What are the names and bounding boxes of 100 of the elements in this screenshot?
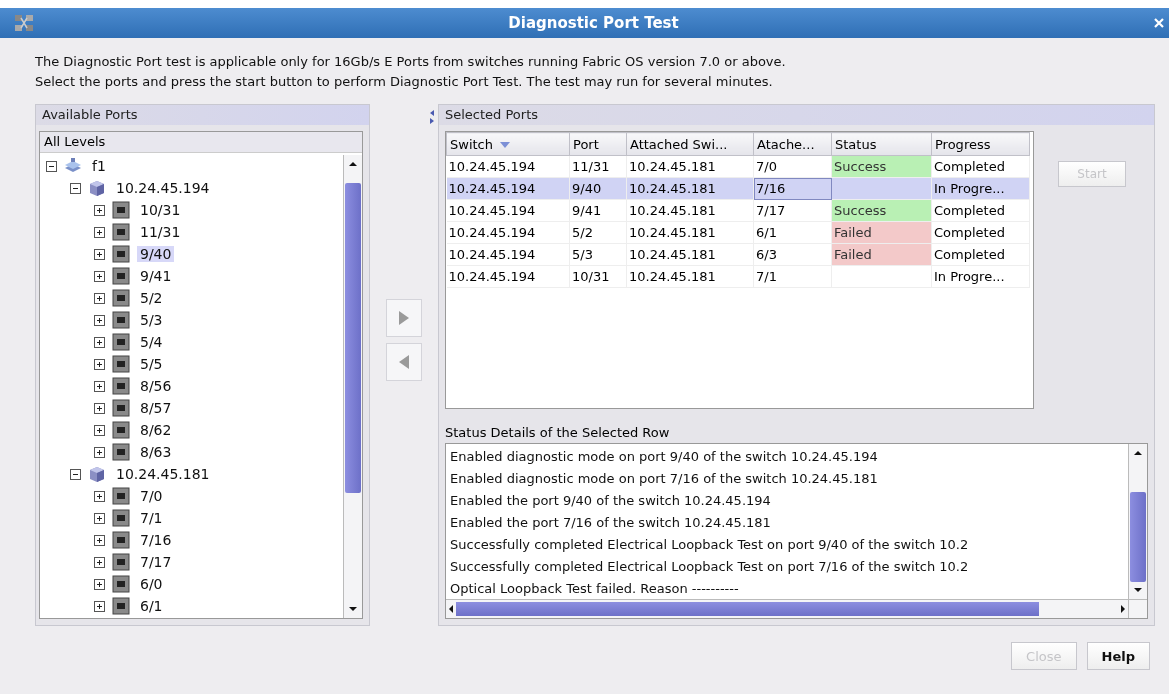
tree-item[interactable]: 8/63 — [137, 444, 175, 460]
expand-icon[interactable] — [94, 292, 105, 304]
table-cell: 10.24.45.181 — [626, 265, 754, 288]
table-cell: 10.24.45.194 — [446, 155, 570, 178]
port-icon — [111, 443, 131, 461]
add-button[interactable] — [386, 299, 422, 337]
table-row[interactable]: 10.24.45.194 9/40 10.24.45.181 7/16 In Progre... — [446, 177, 1030, 200]
expand-icon[interactable] — [94, 358, 105, 370]
tree-item[interactable]: 9/40 — [137, 246, 175, 262]
tree-item[interactable]: 7/16 — [137, 532, 175, 548]
scroll-down-icon[interactable] — [1133, 585, 1143, 595]
table-cell: 10.24.45.194 — [446, 243, 570, 266]
tree-item[interactable]: 7/1 — [137, 510, 166, 526]
scrollbar-thumb[interactable] — [1130, 492, 1146, 582]
port-icon — [111, 421, 131, 439]
right-triangle-icon — [398, 310, 410, 326]
tree-item[interactable]: 7/17 — [137, 554, 175, 570]
scrollbar-thumb[interactable] — [345, 183, 361, 493]
expand-icon[interactable] — [94, 490, 105, 502]
status-line: Enabled the port 9/40 of the switch 10.24.45.194 — [450, 492, 772, 510]
expand-icon[interactable] — [94, 402, 105, 414]
vertical-scrollbar[interactable] — [1128, 444, 1147, 599]
scroll-up-icon[interactable] — [348, 159, 358, 169]
expand-icon[interactable] — [94, 424, 105, 436]
tree-header: All Levels — [40, 132, 362, 153]
remove-button[interactable] — [386, 343, 422, 381]
layers-icon — [63, 157, 83, 175]
status-line: Enabled diagnostic mode on port 9/40 of the switch 10.24.45.194 — [450, 448, 879, 466]
tree-item[interactable]: 10.24.45.194 — [113, 180, 213, 196]
tree-item[interactable]: 8/56 — [137, 378, 175, 394]
expand-icon[interactable] — [94, 556, 105, 568]
tree-item[interactable]: 5/2 — [137, 290, 166, 306]
expand-icon[interactable] — [94, 534, 105, 546]
column-header[interactable]: Port — [569, 132, 627, 156]
expand-icon[interactable] — [94, 578, 105, 590]
vertical-scrollbar[interactable] — [343, 155, 362, 618]
port-icon — [111, 399, 131, 417]
status-line: Successfully completed Electrical Loopback Test on port 7/16 of the switch 10.2 — [450, 558, 970, 576]
tree-item[interactable]: 9/41 — [137, 268, 175, 284]
table-cell: 10.24.45.194 — [446, 199, 570, 222]
port-icon — [111, 245, 131, 263]
tree-item[interactable]: 6/1 — [137, 598, 166, 614]
tree-item[interactable]: 5/4 — [137, 334, 166, 350]
scroll-up-icon[interactable] — [1133, 448, 1143, 458]
table-row[interactable]: 10.24.45.194 9/41 10.24.45.181 7/17 Success Completed — [446, 199, 1030, 222]
close-icon[interactable] — [1153, 17, 1165, 29]
scroll-right-icon[interactable] — [1118, 604, 1128, 614]
table-cell: 7/1 — [753, 265, 832, 288]
expand-icon[interactable] — [94, 380, 105, 392]
collapse-icon[interactable] — [46, 160, 57, 172]
expand-icon[interactable] — [94, 512, 105, 524]
scrollbar-thumb[interactable] — [456, 602, 1039, 616]
tree-item[interactable]: 8/57 — [137, 400, 175, 416]
expand-icon[interactable] — [94, 248, 105, 260]
expand-icon[interactable] — [94, 270, 105, 282]
port-icon — [111, 311, 131, 329]
column-header[interactable]: Attached Swi... — [626, 132, 754, 156]
expand-icon[interactable] — [94, 600, 105, 612]
split-arrows-icon[interactable] — [429, 109, 435, 125]
column-header[interactable]: Atache... — [753, 132, 832, 156]
tree-item[interactable]: 11/31 — [137, 224, 184, 240]
table-row[interactable]: 10.24.45.194 11/31 10.24.45.181 7/0 Success Completed — [446, 155, 1030, 178]
table-cell: 10.24.45.181 — [626, 155, 754, 178]
scroll-down-icon[interactable] — [348, 604, 358, 614]
table-cell: In Progre... — [931, 265, 1030, 288]
tree-item[interactable]: 10.24.45.181 — [113, 466, 213, 482]
intro-text: Select the ports and press the start button to perform Diagnostic Port Test. The test may run for several minutes. — [35, 73, 774, 91]
table-cell: 7/0 — [753, 155, 832, 178]
table-cell: 5/3 — [569, 243, 627, 266]
dialog-button[interactable]: Help — [1086, 642, 1150, 670]
tree-item[interactable]: 10/31 — [137, 202, 184, 218]
column-header[interactable]: Progress — [931, 132, 1030, 156]
expand-icon[interactable] — [94, 204, 105, 216]
cube-icon — [87, 465, 107, 483]
expand-icon[interactable] — [94, 314, 105, 326]
tree-item[interactable]: 6/0 — [137, 576, 166, 592]
collapse-icon[interactable] — [70, 468, 81, 480]
table-cell: Completed — [931, 199, 1030, 222]
column-header[interactable]: Status — [831, 132, 932, 156]
sort-caret-icon — [499, 140, 511, 149]
table-cell: 10.24.45.181 — [626, 199, 754, 222]
table-row[interactable]: 10.24.45.194 10/31 10.24.45.181 7/1 In Progre... — [446, 265, 1030, 288]
collapse-icon[interactable] — [70, 182, 81, 194]
tree-item[interactable]: 5/5 — [137, 356, 166, 372]
column-header[interactable]: Switch — [446, 132, 570, 156]
panel-title: Selected Ports — [439, 105, 1154, 125]
tree-item[interactable]: 8/62 — [137, 422, 175, 438]
expand-icon[interactable] — [94, 226, 105, 238]
tree-item[interactable]: 7/0 — [137, 488, 166, 504]
table-row[interactable]: 10.24.45.194 5/2 10.24.45.181 6/1 Failed Completed — [446, 221, 1030, 244]
table-row[interactable]: 10.24.45.194 5/3 10.24.45.181 6/3 Failed Completed — [446, 243, 1030, 266]
port-icon — [111, 377, 131, 395]
tree-item[interactable]: f1 — [89, 158, 109, 174]
table-cell: 9/41 — [569, 199, 627, 222]
expand-icon[interactable] — [94, 336, 105, 348]
tree-item[interactable]: 5/3 — [137, 312, 166, 328]
section-label: Status Details of the Selected Row — [445, 425, 671, 442]
table-cell: Completed — [931, 221, 1030, 244]
horizontal-scrollbar[interactable] — [446, 599, 1147, 618]
expand-icon[interactable] — [94, 446, 105, 458]
